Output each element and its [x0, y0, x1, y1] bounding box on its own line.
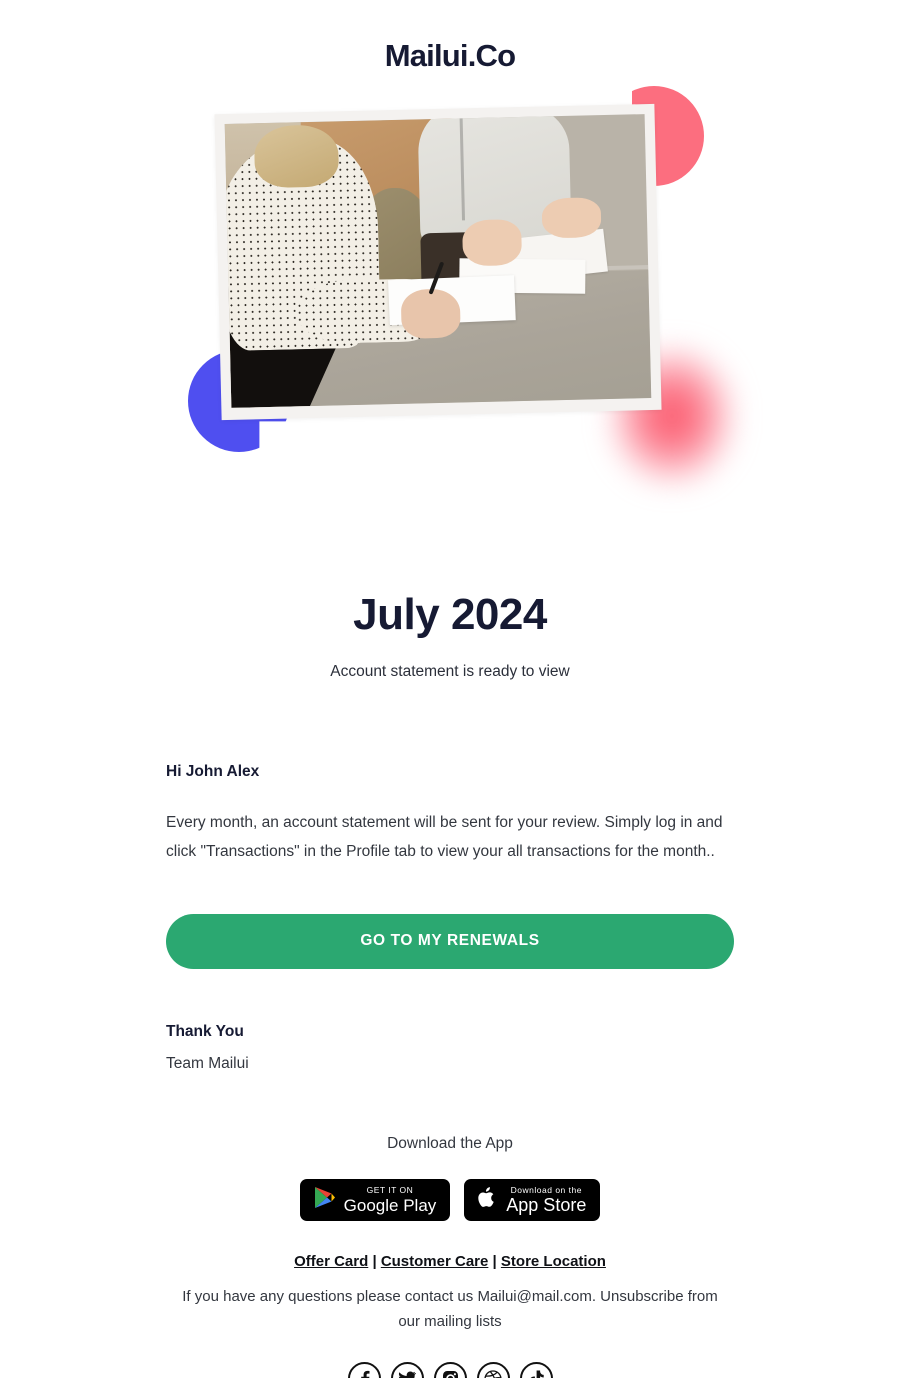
apple-icon [478, 1186, 497, 1214]
app-store-badge-small: Download on the [510, 1184, 582, 1195]
twitter-icon [398, 1370, 416, 1378]
instagram-icon [442, 1370, 459, 1378]
app-badges: GET IT ON Google Play Download on the Ap… [0, 1179, 900, 1221]
tiktok-link[interactable] [519, 1362, 553, 1378]
hero-photo [224, 114, 652, 408]
dribbble-icon [484, 1369, 502, 1378]
email-page: Mailui.Co July 2024 Account statement is… [0, 0, 900, 1378]
dribbble-link[interactable] [476, 1362, 510, 1378]
google-play-icon [314, 1186, 335, 1214]
footer-links: Offer Card | Customer Care | Store Locat… [0, 1253, 900, 1270]
email-footer: Download the App GET IT ON Google Play D… [0, 1135, 900, 1378]
twitter-link[interactable] [390, 1362, 424, 1378]
headline-block: July 2024 Account statement is ready to … [0, 590, 900, 681]
social-links [0, 1362, 900, 1378]
brand-logo: Mailui.Co [384, 38, 516, 73]
facebook-icon [356, 1370, 373, 1378]
contact-unsubscribe-text: If you have any questions please contact… [182, 1288, 718, 1330]
page-title: July 2024 [353, 590, 547, 639]
page-subtitle: Account statement is ready to view [330, 663, 570, 680]
link-separator-1: | [372, 1253, 377, 1270]
go-to-renewals-button[interactable]: GO TO MY RENEWALS [166, 914, 734, 969]
email-body: Hi John Alex Every month, an account sta… [166, 763, 734, 1073]
hero-composition [180, 78, 736, 488]
tiktok-icon [528, 1370, 544, 1378]
google-play-badge-label: Google Play [343, 1195, 437, 1215]
hero-photo-frame [214, 103, 662, 421]
team-name-text: Team Mailui [166, 1055, 249, 1072]
hero-section [0, 78, 900, 488]
signoff-text: Thank You [166, 1023, 244, 1040]
google-play-badge-small: GET IT ON [366, 1185, 414, 1196]
greeting-text: Hi John Alex [166, 763, 260, 780]
link-separator-2: | [492, 1253, 497, 1270]
download-app-label: Download the App [387, 1135, 513, 1152]
store-location-link[interactable]: Store Location [501, 1253, 606, 1270]
offer-card-link[interactable]: Offer Card [294, 1253, 368, 1270]
google-play-badge[interactable]: GET IT ON Google Play [299, 1179, 451, 1221]
instagram-link[interactable] [433, 1362, 467, 1378]
customer-care-link[interactable]: Customer Care [381, 1253, 489, 1270]
email-header: Mailui.Co [0, 0, 900, 74]
facebook-link[interactable] [347, 1362, 381, 1378]
app-store-badge[interactable]: Download on the App Store [464, 1179, 601, 1221]
body-paragraph: Every month, an account statement will b… [166, 814, 723, 860]
app-store-badge-label: App Store [506, 1195, 587, 1216]
